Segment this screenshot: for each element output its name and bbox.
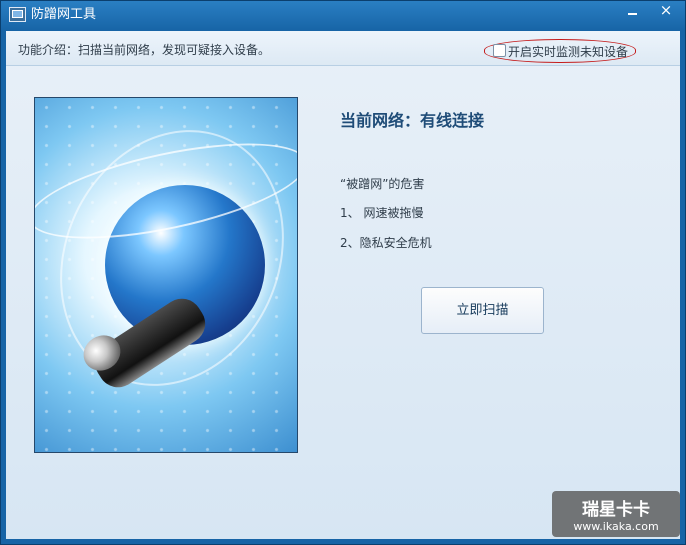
risk-item: 2、隐私安全危机	[340, 236, 432, 250]
app-window: 防蹭网工具 × 功能介绍：扫描当前网络，发现可疑接入设备。 开启实时监测未知设备…	[0, 0, 686, 545]
scan-now-button[interactable]: 立即扫描	[421, 287, 544, 334]
watermark-brand: 瑞星卡卡	[582, 500, 650, 520]
network-globe-illustration	[34, 97, 298, 453]
close-button[interactable]: ×	[651, 1, 681, 21]
title-bar[interactable]: 防蹭网工具 ×	[1, 1, 685, 29]
feature-description: 功能介绍：扫描当前网络，发现可疑接入设备。	[18, 43, 271, 57]
minimize-button[interactable]	[617, 1, 647, 21]
risks-title: “被蹭网”的危害	[340, 177, 425, 191]
monitor-checkbox-label[interactable]: 开启实时监测未知设备	[508, 43, 628, 60]
network-status: 当前网络：有线连接	[340, 111, 485, 130]
close-icon: ×	[659, 1, 673, 19]
feature-info-bar: 功能介绍：扫描当前网络，发现可疑接入设备。 开启实时监测未知设备	[6, 31, 680, 66]
risk-item: 1、 网速被拖慢	[340, 206, 424, 220]
network-tool-icon	[9, 7, 26, 22]
watermark-url: www.ikaka.com	[573, 520, 659, 533]
content-panel: 功能介绍：扫描当前网络，发现可疑接入设备。 开启实时监测未知设备 当前网络：有线…	[6, 31, 680, 539]
ikaka-watermark: 瑞星卡卡 www.ikaka.com	[552, 491, 680, 537]
monitor-checkbox[interactable]	[493, 44, 506, 57]
realtime-monitor-option[interactable]: 开启实时监测未知设备	[484, 39, 636, 63]
window-title: 防蹭网工具	[31, 7, 97, 22]
